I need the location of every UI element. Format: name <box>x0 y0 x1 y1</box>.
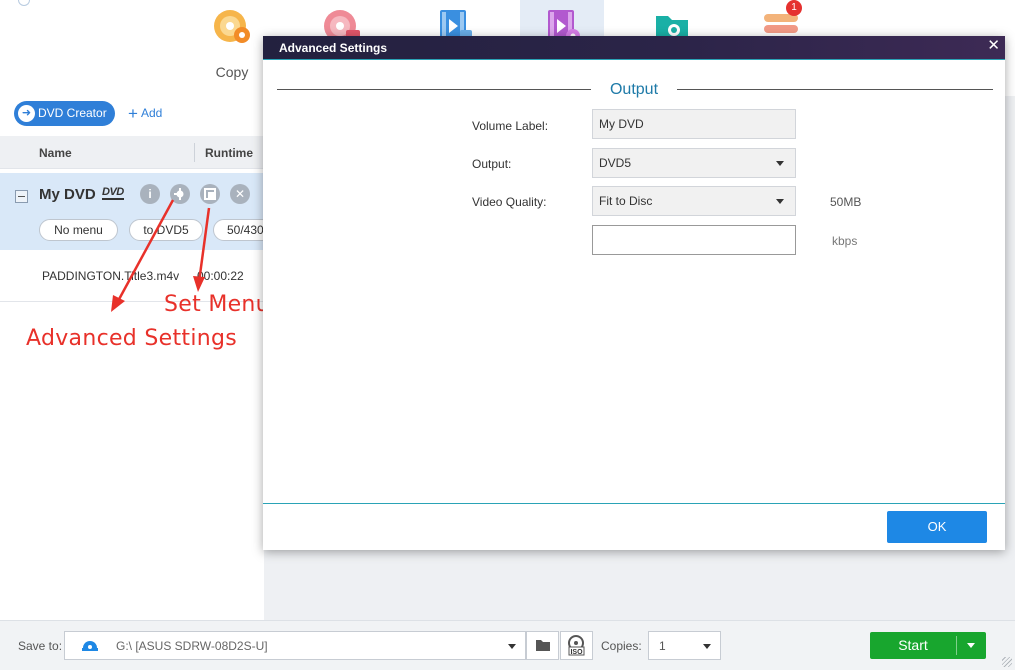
video-quality-value: Fit to Disc <box>599 194 653 208</box>
bottom-bar: Save to: G:\ [ASUS SDRW-08D2S-U] ISO Cop… <box>0 620 1015 670</box>
save-to-label: Save to: <box>18 639 63 653</box>
folder-icon <box>536 640 550 651</box>
iso-button[interactable]: ISO <box>560 631 593 660</box>
section-rule-right <box>677 89 993 90</box>
resize-grip[interactable] <box>1002 657 1012 667</box>
browse-folder-button[interactable] <box>526 631 559 660</box>
video-quality-label: Video Quality: <box>472 195 547 209</box>
section-title: Output <box>609 81 659 98</box>
bitrate-unit: kbps <box>832 234 858 248</box>
notification-badge: 1 <box>786 0 802 16</box>
output-label: Output: <box>472 157 512 171</box>
tool-copy-label: Copy <box>215 64 249 80</box>
dialog-title-bar: Advanced Settings ✕ <box>263 36 1005 59</box>
video-quality-select[interactable]: Fit to Disc <box>592 186 796 216</box>
corner-logo-icon <box>18 0 30 6</box>
bitrate-input[interactable] <box>592 225 796 255</box>
start-dropdown-icon[interactable] <box>967 643 975 648</box>
iso-text: ISO <box>570 649 583 656</box>
save-to-value: G:\ [ASUS SDRW-08D2S-U] <box>116 639 268 653</box>
save-to-select[interactable]: G:\ [ASUS SDRW-08D2S-U] <box>64 631 526 660</box>
chevron-down-icon <box>776 199 784 204</box>
start-label: Start <box>898 637 928 653</box>
start-divider <box>956 636 957 655</box>
volume-label-input[interactable]: My DVD <box>592 109 796 139</box>
annotation-advanced-settings: Advanced Settings <box>26 326 237 351</box>
chevron-down-icon <box>703 644 711 649</box>
copies-select[interactable]: 1 <box>648 631 721 660</box>
disc-drive-icon <box>82 641 98 651</box>
output-select[interactable]: DVD5 <box>592 148 796 178</box>
size-unit: 50MB <box>830 195 862 209</box>
chevron-down-icon <box>776 161 784 166</box>
copy-disc-icon <box>214 10 250 43</box>
iso-icon: ISO <box>568 635 585 656</box>
dialog-title: Advanced Settings <box>279 41 388 55</box>
footer-divider <box>263 503 1005 504</box>
output-value: DVD5 <box>599 156 632 170</box>
start-button[interactable]: Start <box>870 632 986 659</box>
tool-copy[interactable]: Copy <box>190 0 274 96</box>
ok-button[interactable]: OK <box>887 511 987 543</box>
close-icon[interactable]: ✕ <box>987 37 1000 55</box>
title-divider <box>263 59 1005 60</box>
annotation-set-menu: Set Menu <box>164 292 270 317</box>
advanced-settings-dialog: Advanced Settings ✕ Output Volume Label:… <box>263 36 1005 550</box>
chevron-down-icon <box>508 644 516 649</box>
copies-label: Copies: <box>601 639 642 653</box>
volume-label-label: Volume Label: <box>472 119 549 133</box>
copies-value: 1 <box>659 639 666 653</box>
